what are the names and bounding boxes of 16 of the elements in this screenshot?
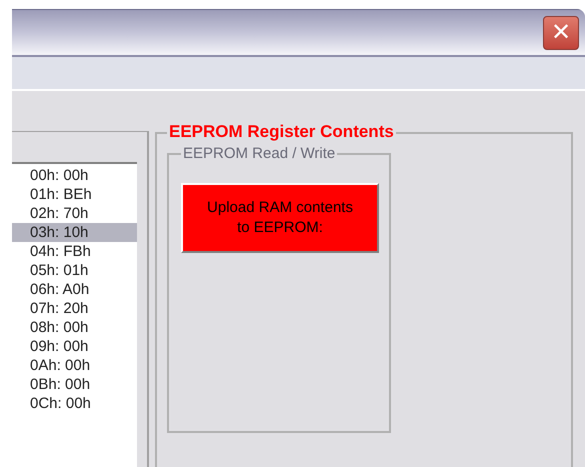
upload-button[interactable]: Upload RAM contents to EEPROM: [181,183,379,253]
register-item[interactable]: 02h: 70h [12,204,137,223]
register-item[interactable]: 08h: 00h [12,318,137,337]
register-item[interactable]: 07h: 20h [12,299,137,318]
close-button[interactable]: ✕ [543,16,579,50]
register-item[interactable]: 0Ch: 00h [12,394,137,413]
register-item[interactable]: 06h: A0h [12,280,137,299]
register-item[interactable]: 01h: BEh [12,185,137,204]
register-item[interactable]: 03h: 10h [12,223,137,242]
register-item[interactable]: 0Ah: 00h [12,356,137,375]
group-title: EEPROM Register Contents [167,122,396,142]
register-item[interactable]: 00h: 00h [12,166,137,185]
register-item[interactable]: 09h: 00h [12,337,137,356]
register-item[interactable]: 04h: FBh [12,242,137,261]
register-item[interactable]: 05h: 01h [12,261,137,280]
register-item[interactable]: 0Bh: 00h [12,375,137,394]
